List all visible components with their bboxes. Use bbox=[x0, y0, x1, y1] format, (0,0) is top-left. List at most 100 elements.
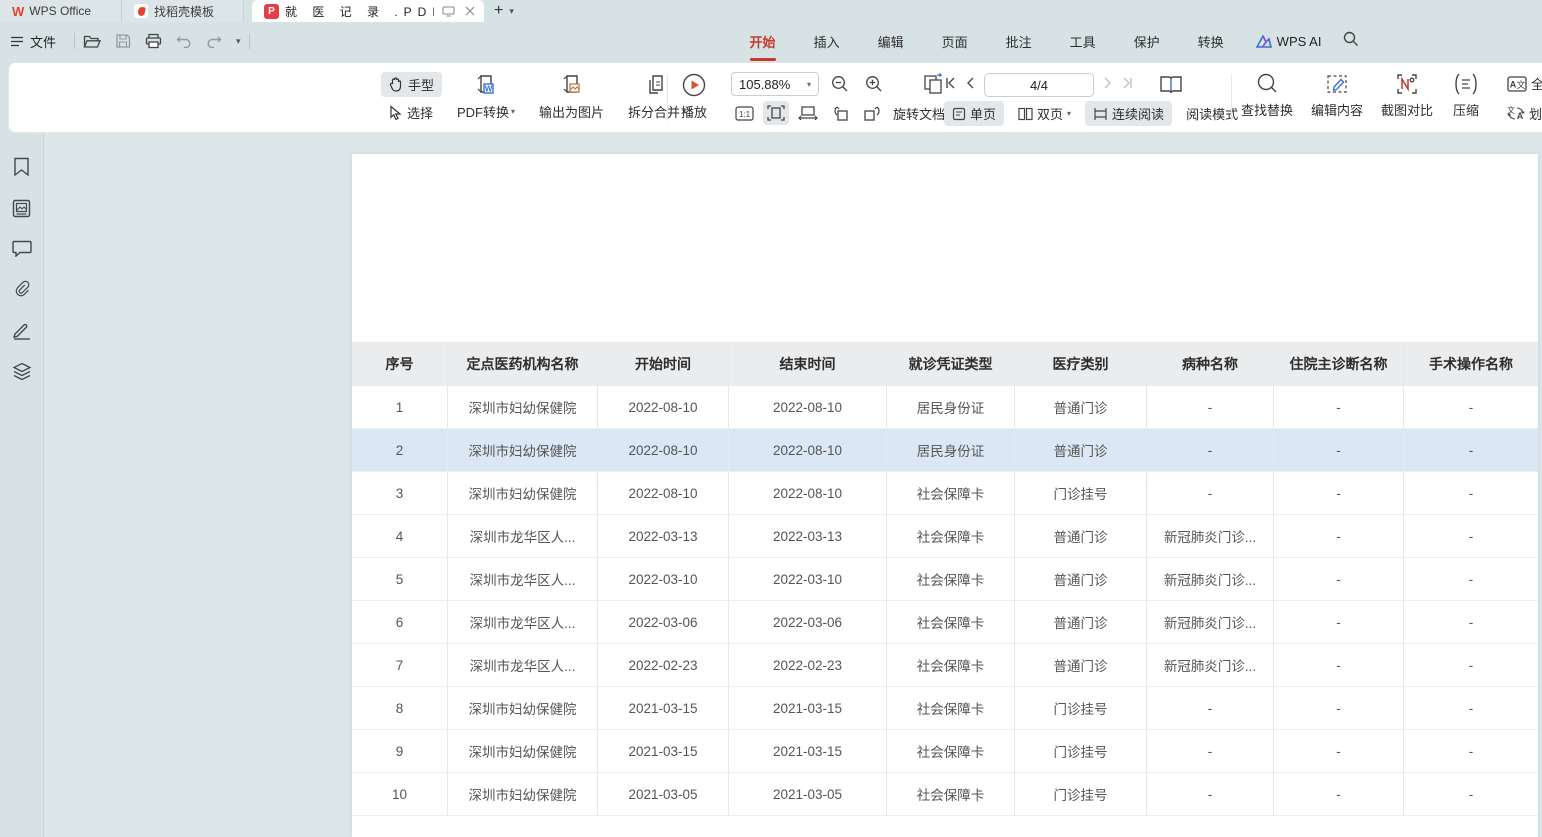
menu-search-icon[interactable] bbox=[1343, 31, 1359, 52]
undo-icon[interactable] bbox=[176, 34, 192, 48]
zoom-level-value: 105.88% bbox=[739, 77, 790, 92]
tab-comment[interactable]: 批注 bbox=[1004, 28, 1034, 55]
table-row[interactable]: 10深圳市妇幼保健院2021-03-052021-03-05社会保障卡门诊挂号-… bbox=[352, 773, 1538, 816]
select-tool-button[interactable]: 选择 bbox=[381, 100, 442, 125]
save-icon[interactable] bbox=[115, 33, 131, 49]
thumbnail-icon[interactable] bbox=[12, 199, 31, 218]
rotate-right-icon[interactable] bbox=[859, 101, 885, 125]
zoom-out-icon[interactable] bbox=[827, 72, 853, 96]
table-row[interactable]: 3深圳市妇幼保健院2022-08-102022-08-10社会保障卡门诊挂号--… bbox=[352, 472, 1538, 515]
table-cell: 2022-08-10 bbox=[598, 472, 729, 514]
play-button[interactable]: 播放 bbox=[681, 72, 707, 121]
bookmark-icon[interactable] bbox=[13, 157, 30, 177]
table-cell: 2022-03-13 bbox=[598, 515, 729, 557]
rotate-left-icon[interactable] bbox=[827, 101, 853, 125]
table-cell: 2021-03-15 bbox=[729, 687, 887, 729]
table-row[interactable]: 8深圳市妇幼保健院2021-03-152021-03-15社会保障卡门诊挂号--… bbox=[352, 687, 1538, 730]
table-row[interactable]: 6深圳市龙华区人...2022-03-062022-03-06社会保障卡普通门诊… bbox=[352, 601, 1538, 644]
table-row[interactable]: 2深圳市妇幼保健院2022-08-102022-08-10居民身份证普通门诊--… bbox=[352, 429, 1538, 472]
edit-content-button[interactable]: 编辑内容 bbox=[1311, 72, 1363, 125]
screenshot-compare-button[interactable]: 截图对比 bbox=[1381, 72, 1433, 125]
svg-text:文: 文 bbox=[1517, 79, 1526, 90]
table-row[interactable]: 4深圳市龙华区人...2022-03-132022-03-13社会保障卡普通门诊… bbox=[352, 515, 1538, 558]
fit-page-icon[interactable] bbox=[763, 101, 789, 125]
table-header-cell: 手术操作名称 bbox=[1404, 342, 1538, 386]
table-cell: 社会保障卡 bbox=[887, 687, 1015, 729]
fit-width-icon[interactable] bbox=[795, 101, 821, 125]
single-page-button[interactable]: 单页 bbox=[944, 101, 1004, 126]
tab-wps-office[interactable]: W WPS Office bbox=[0, 0, 122, 22]
table-cell: 2021-03-05 bbox=[598, 773, 729, 815]
double-page-button[interactable]: 双页 ▾ bbox=[1010, 101, 1079, 126]
prev-page-icon[interactable] bbox=[966, 76, 974, 94]
compress-label: 压缩 bbox=[1453, 100, 1479, 119]
tab-home[interactable]: 开始 bbox=[748, 28, 778, 55]
tab-protect[interactable]: 保护 bbox=[1132, 28, 1162, 55]
tab-edit[interactable]: 编辑 bbox=[876, 28, 906, 55]
attachment-icon[interactable] bbox=[12, 279, 32, 299]
tab-list-chevron-icon[interactable]: ▾ bbox=[509, 6, 514, 17]
layers-icon[interactable] bbox=[12, 362, 32, 381]
tab-insert[interactable]: 插入 bbox=[812, 28, 842, 55]
print-icon[interactable] bbox=[145, 33, 162, 49]
tab-medical-record-pdf[interactable]: P 就 医 记 录 .PDF bbox=[252, 0, 484, 22]
tab-docer-templates[interactable]: 找稻壳模板 bbox=[122, 0, 244, 22]
actual-size-icon[interactable]: 1:1 bbox=[731, 101, 757, 125]
table-row[interactable]: 1深圳市妇幼保健院2022-08-102022-08-10居民身份证普通门诊--… bbox=[352, 386, 1538, 429]
hand-tool-button[interactable]: 手型 bbox=[381, 72, 442, 97]
rotate-doc-label[interactable]: 旋转文档 bbox=[893, 104, 945, 123]
compress-button[interactable]: 压缩 bbox=[1451, 72, 1481, 125]
table-row[interactable]: 9深圳市妇幼保健院2021-03-152021-03-15社会保障卡门诊挂号--… bbox=[352, 730, 1538, 773]
compress-icon bbox=[1451, 72, 1481, 96]
page-indicator-input[interactable]: 4/4 bbox=[984, 73, 1094, 97]
read-mode-icon[interactable] bbox=[1158, 73, 1184, 97]
table-cell: - bbox=[1404, 515, 1538, 557]
comment-icon[interactable] bbox=[12, 240, 32, 257]
find-replace-button[interactable]: 查找替换 bbox=[1241, 72, 1293, 125]
read-mode-button[interactable]: 阅读模式 bbox=[1178, 101, 1246, 126]
table-header-cell: 序号 bbox=[352, 342, 448, 386]
redo-icon[interactable] bbox=[206, 34, 222, 48]
zoom-in-icon[interactable] bbox=[861, 72, 887, 96]
next-page-icon[interactable] bbox=[1104, 76, 1112, 94]
open-file-icon[interactable] bbox=[83, 34, 101, 49]
quick-access-chevron-icon[interactable]: ▾ bbox=[236, 36, 241, 47]
file-menu-button[interactable]: 文件 bbox=[10, 32, 56, 51]
table-cell: 普通门诊 bbox=[1015, 558, 1147, 600]
split-merge-button[interactable]: 拆分合并▾ bbox=[628, 72, 686, 121]
tab-page[interactable]: 页面 bbox=[940, 28, 970, 55]
table-row[interactable]: 7深圳市龙华区人...2022-02-232022-02-23社会保障卡普通门诊… bbox=[352, 644, 1538, 687]
table-cell: - bbox=[1404, 386, 1538, 428]
table-cell: - bbox=[1274, 644, 1404, 686]
word-translate-button[interactable]: 文A 划词翻译 ▾ bbox=[1503, 102, 1542, 125]
table-cell: 新冠肺炎门诊... bbox=[1147, 515, 1274, 557]
table-cell: 4 bbox=[352, 515, 448, 557]
table-cell: 2022-08-10 bbox=[729, 429, 887, 471]
tab-convert[interactable]: 转换 bbox=[1196, 28, 1226, 55]
export-image-button[interactable]: 输出为图片 bbox=[539, 72, 604, 121]
new-tab-button[interactable]: + bbox=[494, 3, 503, 19]
continuous-read-button[interactable]: 连续阅读 bbox=[1085, 101, 1172, 126]
table-cell: 2021-03-15 bbox=[598, 687, 729, 729]
first-page-icon[interactable] bbox=[944, 76, 956, 94]
table-cell: 深圳市龙华区人... bbox=[448, 601, 598, 643]
full-translate-button[interactable]: A文 全文翻译 bbox=[1503, 72, 1542, 95]
table-cell: - bbox=[1404, 773, 1538, 815]
monitor-icon[interactable] bbox=[440, 3, 456, 19]
zoom-level-select[interactable]: 105.88% ▾ bbox=[731, 72, 819, 96]
table-cell: 2022-08-10 bbox=[598, 386, 729, 428]
table-cell: 深圳市妇幼保健院 bbox=[448, 730, 598, 772]
table-row[interactable]: 5深圳市龙华区人...2022-03-102022-03-10社会保障卡普通门诊… bbox=[352, 558, 1538, 601]
table-cell: 普通门诊 bbox=[1015, 515, 1147, 557]
document-area[interactable]: 序号定点医药机构名称开始时间结束时间就诊凭证类型医疗类别病种名称住院主诊断名称手… bbox=[44, 133, 1542, 837]
close-tab-icon[interactable] bbox=[462, 3, 478, 19]
find-replace-icon bbox=[1256, 72, 1278, 96]
signature-icon[interactable] bbox=[12, 321, 32, 340]
table-cell: 7 bbox=[352, 644, 448, 686]
wps-ai-button[interactable]: WPS AI bbox=[1256, 34, 1322, 49]
table-cell: - bbox=[1274, 601, 1404, 643]
tab-label: WPS Office bbox=[29, 4, 91, 18]
tab-tools[interactable]: 工具 bbox=[1068, 28, 1098, 55]
last-page-icon[interactable] bbox=[1122, 76, 1134, 94]
pdf-convert-button[interactable]: W PDF转换▾ bbox=[457, 72, 515, 121]
